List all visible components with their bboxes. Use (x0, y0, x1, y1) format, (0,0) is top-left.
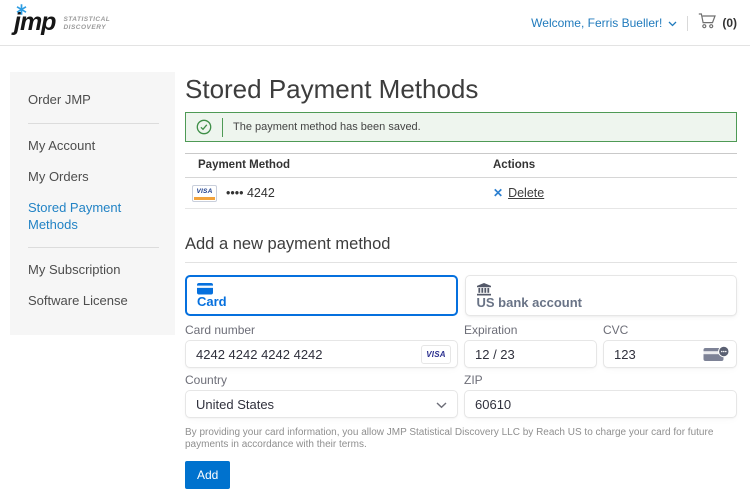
expiration-label: Expiration (464, 324, 597, 337)
sidebar-divider (28, 247, 159, 248)
top-header: jmp Statistical Discovery Welcome, Ferri… (0, 0, 750, 46)
payment-method-cell: VISA •••• 4242 (185, 185, 493, 202)
welcome-text: Welcome, Ferris Bueller! (531, 16, 662, 30)
sidebar-divider (28, 123, 159, 124)
cvc-card-icon (703, 345, 730, 363)
cart-icon (698, 12, 717, 34)
success-alert: The payment method has been saved. (185, 112, 737, 142)
check-circle-icon (196, 119, 212, 135)
table-header-row: Payment Method Actions (185, 153, 737, 178)
tab-card[interactable]: Card (185, 275, 458, 316)
add-button[interactable]: Add (185, 461, 230, 489)
cart-button[interactable]: (0) (698, 12, 737, 34)
payment-methods-table: Payment Method Actions VISA •••• 4242 ✕ … (185, 153, 737, 209)
header-divider (687, 16, 688, 31)
credit-card-icon (197, 283, 446, 295)
card-number-input[interactable] (185, 340, 458, 368)
payment-method-tabs: Card US bank account (185, 275, 737, 316)
country-label: Country (185, 374, 458, 387)
visa-brand-badge: VISA (421, 345, 451, 364)
sidebar-item-my-orders[interactable]: My Orders (10, 162, 175, 193)
zip-input[interactable] (464, 390, 737, 418)
jmp-star-icon (16, 4, 27, 15)
jmp-logo[interactable]: jmp Statistical Discovery (14, 7, 110, 37)
add-payment-heading: Add a new payment method (185, 235, 737, 263)
cvc-group: CVC (603, 324, 737, 368)
sidebar-item-order-jmp[interactable]: Order JMP (10, 85, 175, 116)
zip-group: ZIP (464, 374, 737, 418)
column-header-actions: Actions (493, 154, 737, 177)
zip-label: ZIP (464, 374, 737, 387)
sidebar-item-software-license[interactable]: Software License (10, 286, 175, 317)
card-number-group: Card number VISA (185, 324, 458, 368)
terms-disclaimer: By providing your card information, you … (185, 427, 737, 451)
column-header-payment-method: Payment Method (185, 154, 493, 177)
sidebar-item-stored-payment-methods[interactable]: Stored Payment Methods (10, 193, 175, 241)
expiration-input[interactable] (464, 340, 597, 368)
country-group: Country United States (185, 374, 458, 418)
alert-message: The payment method has been saved. (233, 121, 421, 133)
country-selected-value: United States (196, 397, 274, 412)
chevron-down-icon (668, 16, 677, 30)
table-row: VISA •••• 4242 ✕ Delete (185, 178, 737, 209)
country-select[interactable]: United States (185, 390, 458, 418)
delete-x-icon: ✕ (493, 187, 503, 199)
account-menu-link[interactable]: Welcome, Ferris Bueller! (531, 16, 677, 30)
page-title: Stored Payment Methods (185, 74, 737, 104)
sidebar-item-my-account[interactable]: My Account (10, 131, 175, 162)
expiration-group: Expiration (464, 324, 597, 368)
cart-count: (0) (722, 16, 737, 30)
cvc-label: CVC (603, 324, 737, 337)
sidebar-item-my-subscription[interactable]: My Subscription (10, 255, 175, 286)
card-last4: •••• 4242 (226, 186, 275, 200)
chevron-down-icon (436, 397, 447, 412)
card-number-label: Card number (185, 324, 458, 337)
delete-payment-method-link[interactable]: ✕ Delete (493, 186, 737, 200)
tab-us-bank-account[interactable]: US bank account (465, 275, 738, 316)
logo-tagline: Statistical Discovery (63, 16, 110, 33)
visa-card-icon: VISA (192, 185, 217, 202)
sidebar-nav: Order JMP My Account My Orders Stored Pa… (10, 72, 175, 335)
actions-cell: ✕ Delete (493, 186, 737, 200)
main-content: Stored Payment Methods The payment metho… (185, 70, 737, 489)
alert-divider (222, 118, 223, 137)
